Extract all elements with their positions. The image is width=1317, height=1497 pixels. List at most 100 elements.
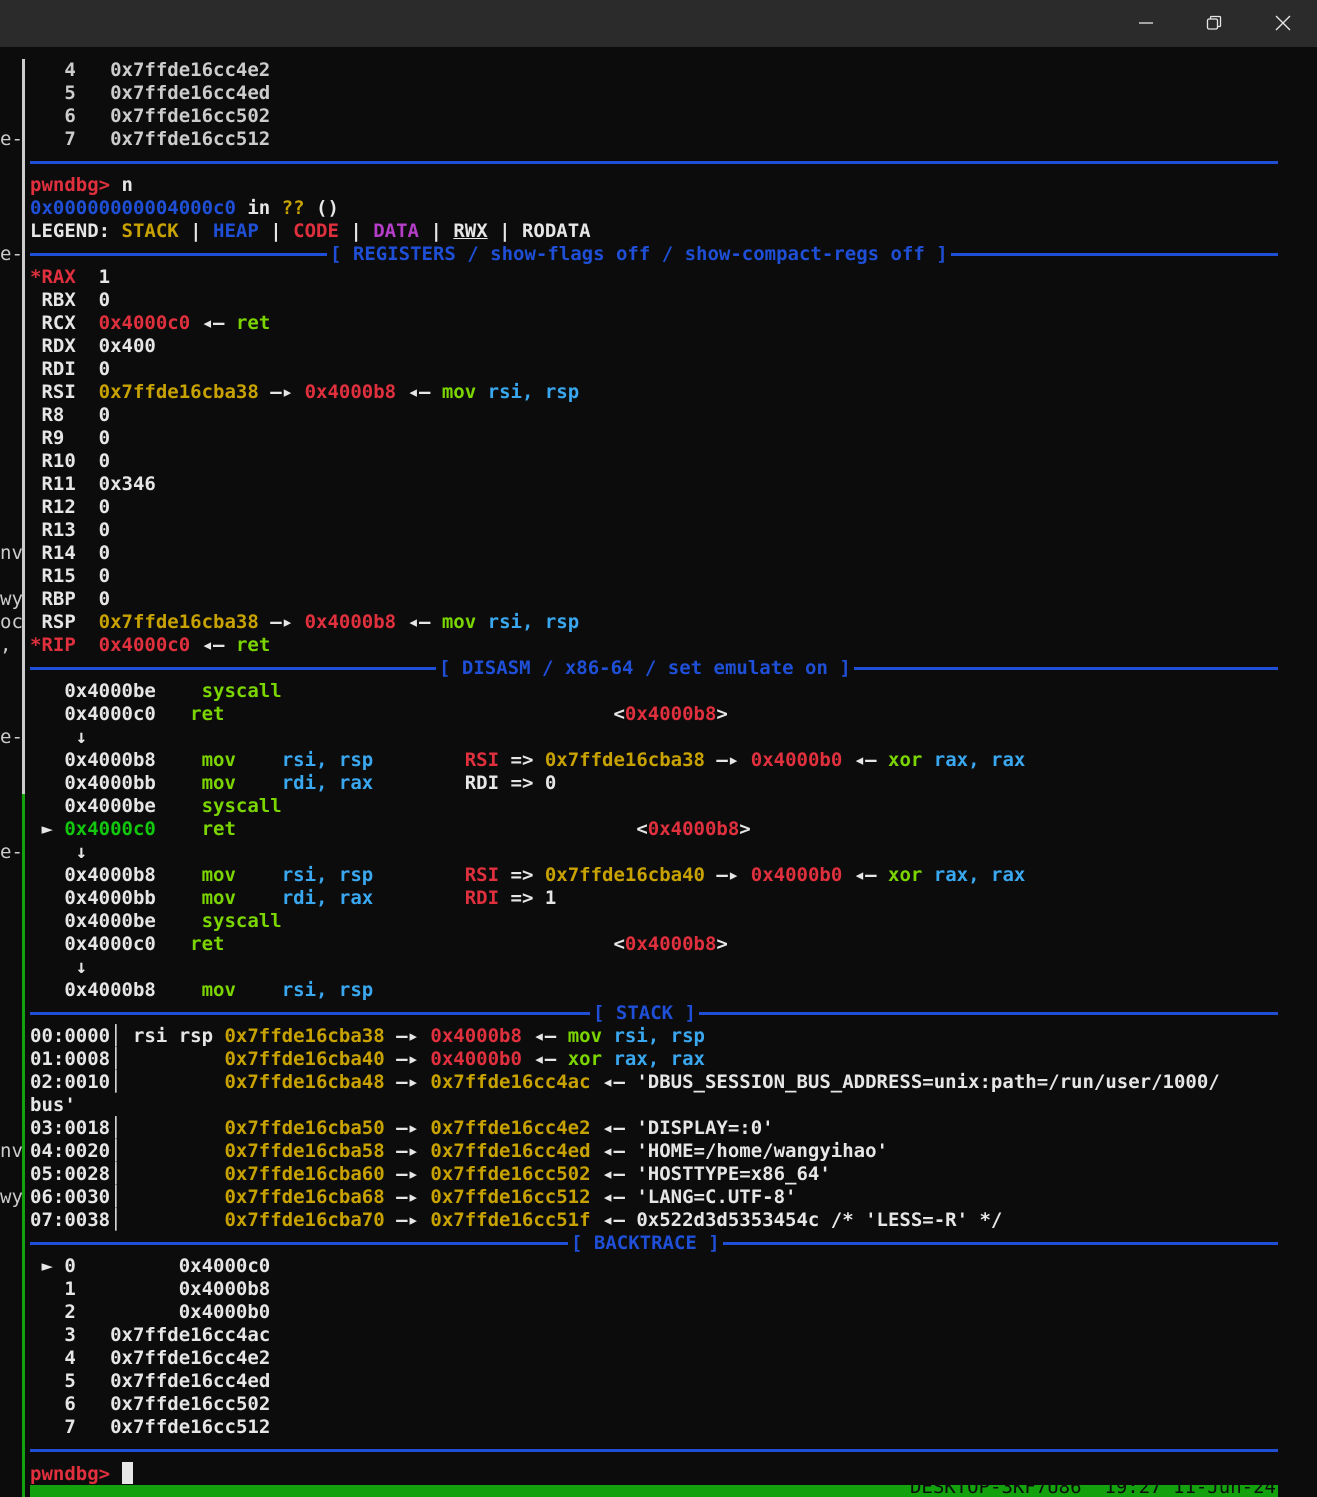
- register-value: 0: [98, 358, 111, 380]
- restore-icon: [1206, 15, 1222, 30]
- stack-address: 0x7ffde16cba68: [224, 1186, 385, 1208]
- frame-marker-icon: [30, 1347, 64, 1369]
- minimize-button[interactable]: [1112, 0, 1180, 47]
- frame-marker-icon: ►: [30, 1255, 65, 1277]
- instruction-address: 0x4000be: [64, 795, 156, 817]
- register-value: 0: [98, 542, 111, 564]
- register-row-rdx: RDX 0x400: [30, 335, 155, 358]
- function-name: ??: [281, 197, 305, 219]
- stack-divider: │: [110, 1186, 133, 1208]
- frame-address: 0x7ffde16cc512: [110, 1416, 271, 1438]
- register-row-r14: R14 0: [30, 542, 110, 565]
- register-changed-marker: *: [30, 266, 42, 288]
- backtrace-section-header: [ BACKTRACE ]: [568, 1232, 723, 1255]
- instruction-mnemonic: mov: [155, 887, 282, 909]
- register-row-r13: R13 0: [30, 519, 110, 542]
- tmux-status-bar: "DESKTOP-3KF7U86" 19:27 11-Jun-24: [30, 1485, 1278, 1497]
- current-marker-icon: [30, 795, 64, 817]
- disasm-row: 0x4000b8 mov rsi, rsp RSI => 0x7ffde16cb…: [30, 749, 1025, 772]
- frame-marker-icon: [30, 1278, 64, 1300]
- instruction-mnemonic: ret: [190, 703, 225, 725]
- register-value: 0: [98, 565, 111, 587]
- stack-pointer-target: 0x4000b0: [430, 1048, 522, 1070]
- legend-separator: |: [258, 220, 294, 242]
- stack-string: 0x522d3d5353454c /* 'LESS=-R' */: [636, 1209, 1003, 1231]
- close-button[interactable]: [1249, 0, 1317, 47]
- backtrace-row: 4 0x7ffde16cc4e2: [30, 1347, 270, 1370]
- register-row-rsp: RSP 0x7ffde16cba38 —▸ 0x4000b8 ◂— mov rs…: [30, 611, 579, 634]
- instruction-operand: rax: [979, 749, 1026, 771]
- register-changed-marker: [30, 335, 41, 357]
- register-name: R10: [41, 450, 99, 472]
- register-target: ret: [235, 634, 271, 656]
- register-changed-marker: [30, 519, 41, 541]
- stack-pointer-target: 0x7ffde16cc502: [430, 1163, 591, 1185]
- text-cursor[interactable]: [121, 1462, 133, 1484]
- frame-index: 6: [30, 105, 111, 127]
- annotation-address: 0x4000b8: [624, 933, 717, 955]
- register-changed-marker: [30, 450, 41, 472]
- backtrace-row: 3 0x7ffde16cc4ac: [30, 1324, 270, 1347]
- active-pane-divider[interactable]: [22, 794, 25, 1497]
- backtrace-row: ► 0 0x4000c0: [30, 1255, 270, 1278]
- deref-arrow: —▸: [704, 864, 751, 886]
- frame-address: 0x7ffde16cc4ed: [110, 1370, 271, 1392]
- gutter-fragment: oc: [0, 611, 22, 633]
- stack-offset: 06:0030: [30, 1186, 111, 1208]
- disasm-row: 0x4000b8 mov rsi, rsp RSI => 0x7ffde16cb…: [30, 864, 1025, 887]
- backtrace-row: 2 0x4000b0: [30, 1301, 270, 1324]
- instruction-address: 0x4000be: [64, 680, 156, 702]
- register-row-rdi: RDI 0: [30, 358, 110, 381]
- register-row-rsi: RSI 0x7ffde16cba38 —▸ 0x4000b8 ◂— mov rs…: [30, 381, 579, 404]
- disasm-row: 0x4000be syscall: [30, 910, 281, 933]
- deref-arrow: —▸: [384, 1163, 431, 1185]
- instruction-operand: rax: [327, 772, 374, 794]
- current-marker-icon: [30, 887, 64, 909]
- emulated-register: RDI: [464, 887, 500, 909]
- disasm-row: 0x4000c0 ret <0x4000b8>: [30, 703, 728, 726]
- register-target: ret: [235, 312, 271, 334]
- register-row-rax: *RAX 1: [30, 266, 110, 289]
- branch-arrow: ↓: [30, 841, 87, 864]
- register-name: RCX: [41, 312, 99, 334]
- current-marker-icon: [30, 703, 64, 725]
- frame-marker-icon: [30, 1370, 64, 1392]
- register-row-r10: R10 0: [30, 450, 110, 473]
- instruction-mnemonic: syscall: [155, 795, 282, 817]
- gutter-fragment: ,: [0, 634, 12, 656]
- instruction-operand: rax: [327, 887, 374, 909]
- instruction-mnemonic: mov: [441, 611, 488, 633]
- pointer-target: 0x4000b0: [750, 749, 843, 771]
- instruction-operand: rsi,: [281, 749, 328, 771]
- legend-separator: |: [178, 220, 214, 242]
- instruction-mnemonic: mov: [155, 749, 282, 771]
- frame-address: 0x7ffde16cc4e2: [110, 1347, 271, 1369]
- frame-index: 1: [64, 1278, 76, 1300]
- pointer-target: 0x4000b8: [304, 611, 397, 633]
- prompt-label: pwndbg>: [30, 174, 111, 196]
- pane-divider[interactable]: [22, 59, 25, 794]
- stack-offset: 07:0038: [30, 1209, 111, 1231]
- register-row-r9: R9 0: [30, 427, 110, 450]
- emulated-register: RSI: [464, 749, 500, 771]
- stack-section-header: [ STACK ]: [590, 1002, 699, 1025]
- terminal-pane[interactable]: e-e-nv wy oc, e-e-nv wy 4 0x7ffde16cc4e2 5 0…: [0, 47, 1317, 1497]
- legend-stack: STACK: [121, 220, 179, 242]
- annotation-bracket: <: [613, 933, 625, 955]
- deref-arrow: ◂—: [590, 1071, 637, 1093]
- instruction-address: 0x4000c0: [64, 818, 156, 840]
- backtrace-prev-row: 6 0x7ffde16cc502: [30, 105, 270, 128]
- command-text: n: [110, 174, 133, 196]
- stack-address: 0x7ffde16cba38: [224, 1025, 385, 1047]
- register-changed-marker: [30, 312, 41, 334]
- instruction-operand: rsp: [327, 864, 374, 886]
- register-value: 0x4000c0: [98, 634, 191, 656]
- command-line: pwndbg> n: [30, 174, 133, 197]
- instruction-mnemonic: mov: [155, 979, 282, 1001]
- instruction-operand: rax: [979, 864, 1026, 886]
- current-marker-icon: ►: [30, 818, 65, 840]
- register-name: R11: [41, 473, 99, 495]
- restore-button[interactable]: [1180, 0, 1248, 47]
